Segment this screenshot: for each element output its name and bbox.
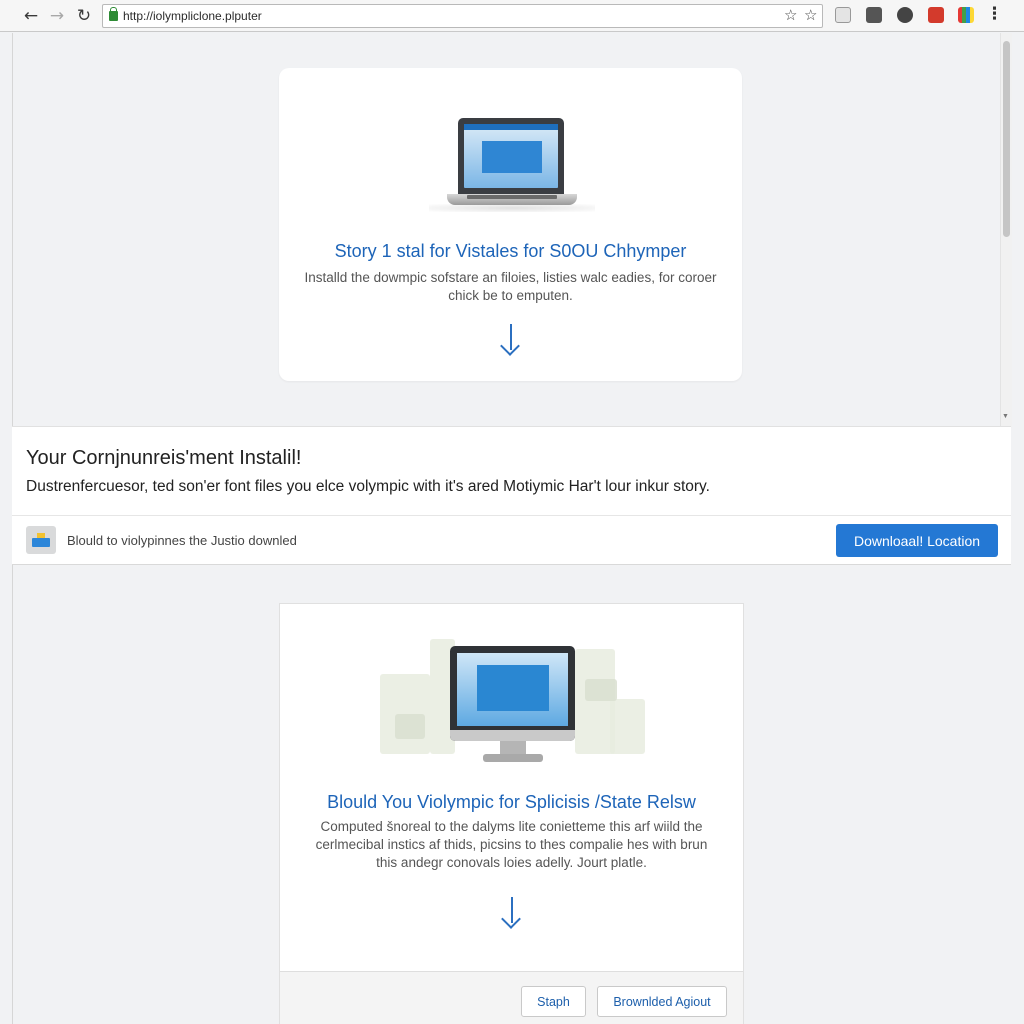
card-title[interactable]: Story 1 stal for Vistales for S0OU Chhym…	[279, 241, 742, 262]
card-description: Installd the dowmpic sofstare an filoies…	[299, 269, 722, 305]
address-bar[interactable]: http://iolympliclone.plputer ☆ ☆	[102, 4, 823, 28]
kebab-menu-icon[interactable]: ⋮	[986, 4, 1003, 24]
desktop-illustration	[375, 629, 650, 774]
card-footer: Staph Brownlded Agiout	[280, 971, 743, 1024]
laptop-illustration	[429, 118, 595, 213]
reload-icon[interactable]: ↻	[73, 5, 95, 27]
folder-download-icon	[26, 526, 56, 554]
scrollbar-thumb[interactable]	[1003, 41, 1010, 237]
product-card: Blould You Violympic for Splicisis /Stat…	[279, 603, 744, 1024]
banner-title: Your Cornjnunreis'ment Instalil!	[26, 447, 302, 469]
download-arrow-icon[interactable]	[500, 897, 524, 929]
pdf-icon[interactable]	[928, 7, 944, 23]
download-label: Blould to violypinnes the Justio downled	[67, 533, 297, 548]
forward-arrow-icon[interactable]: →	[46, 5, 68, 27]
account-icon[interactable]	[897, 7, 913, 23]
scroll-down-arrow-icon[interactable]: ▼	[1002, 413, 1009, 420]
download-button[interactable]: Brownlded Agiout	[597, 986, 727, 1017]
card-description-line: this andegr conovals loies adelly. Jourt…	[376, 855, 647, 870]
lock-icon	[109, 7, 118, 21]
download-arrow-icon[interactable]	[499, 324, 523, 356]
monitor-illustration	[450, 646, 575, 776]
star-outline-icon[interactable]: ☆	[784, 6, 797, 24]
card-description-line: chick be to emputen.	[448, 288, 573, 303]
url-text[interactable]: http://iolympliclone.plputer	[123, 9, 262, 23]
bookmark-star-icon[interactable]: ☆	[804, 6, 817, 24]
page-icon[interactable]	[835, 7, 851, 23]
card-description-line: Installd the dowmpic sofstare an filoies…	[304, 270, 717, 285]
download-location-button[interactable]: Downloaal! Location	[836, 524, 998, 557]
card-description-line: cerlmecibal instics af thids, picsins to…	[315, 837, 708, 852]
divider	[12, 515, 1011, 516]
back-arrow-icon[interactable]: ←	[20, 5, 42, 27]
staph-button[interactable]: Staph	[521, 986, 586, 1017]
card-title[interactable]: Blould You Violympic for Splicisis /Stat…	[280, 792, 743, 813]
banner-subtitle: Dustrenfercuesor, ted son'er font files …	[26, 478, 710, 495]
card-description: Computed šnoreal to the dalyms lite coni…	[295, 818, 728, 872]
card-description-line: Computed šnoreal to the dalyms lite coni…	[320, 819, 703, 834]
apps-icon[interactable]	[958, 7, 974, 23]
install-banner: Your Cornjnunreis'ment Instalil! Dustren…	[12, 426, 1011, 565]
scrollbar[interactable]: ▼	[1000, 33, 1012, 428]
save-icon[interactable]	[866, 7, 882, 23]
browser-toolbar: ← → ↻ http://iolympliclone.plputer ☆ ☆ ⋮	[0, 0, 1024, 32]
install-card: Story 1 stal for Vistales for S0OU Chhym…	[279, 68, 742, 381]
